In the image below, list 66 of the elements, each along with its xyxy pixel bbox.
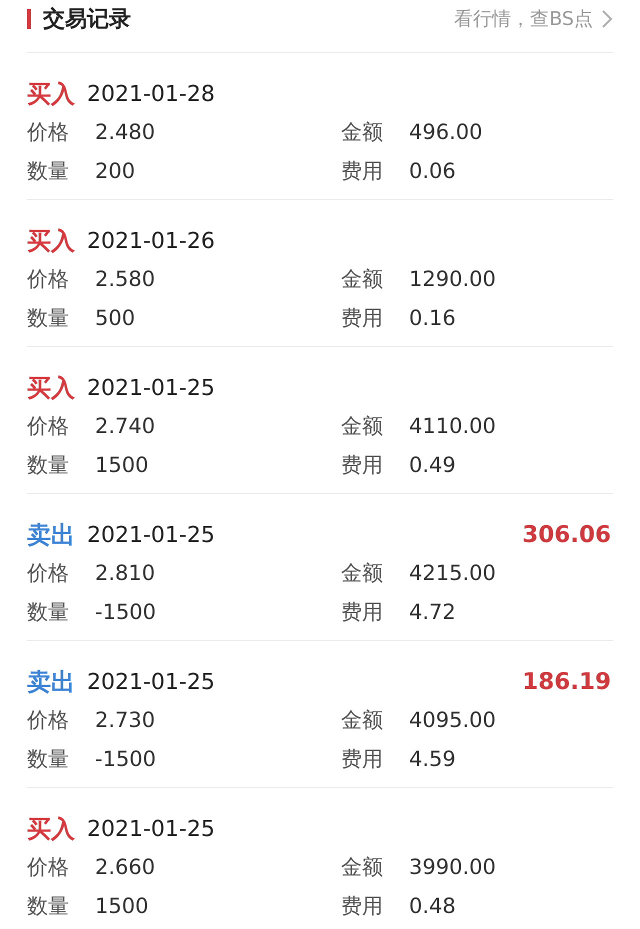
field-value: 0.06 xyxy=(409,158,456,185)
field-value: 1290.00 xyxy=(409,266,496,293)
field-value: 200 xyxy=(95,158,136,185)
profit-value: 186.19 xyxy=(522,668,611,697)
field-label: 数量 xyxy=(27,452,70,479)
field-value: 0.49 xyxy=(409,452,456,479)
field-label: 费用 xyxy=(341,598,384,626)
field-label: 费用 xyxy=(341,158,384,185)
field-value: -1500 xyxy=(95,746,156,773)
field-label: 金额 xyxy=(341,118,384,146)
field-value: 4.72 xyxy=(409,598,456,626)
field-label: 价格 xyxy=(27,266,70,293)
trade-date: 2021-01-25 xyxy=(87,816,215,844)
field-label: 价格 xyxy=(27,118,70,146)
field-value: 496.00 xyxy=(409,118,482,146)
chevron-right-icon xyxy=(601,9,613,29)
field-value: 4215.00 xyxy=(409,560,496,587)
field-label: 价格 xyxy=(27,560,70,587)
field-value: 2.580 xyxy=(95,266,156,293)
field-label: 金额 xyxy=(341,412,384,440)
field-value: 2.810 xyxy=(95,560,156,587)
market-link[interactable]: 看行情，查BS点 xyxy=(454,4,593,34)
field-label: 数量 xyxy=(27,746,70,773)
field-value: 4110.00 xyxy=(409,412,496,440)
field-label: 数量 xyxy=(27,158,70,185)
field-value: 1500 xyxy=(95,892,148,920)
trade-date: 2021-01-25 xyxy=(87,522,215,550)
trade-date: 2021-01-25 xyxy=(87,374,215,402)
trade-type: 买入 xyxy=(27,79,75,110)
field-value: 2.730 xyxy=(95,706,156,734)
field-label: 数量 xyxy=(27,892,70,920)
field-label: 金额 xyxy=(341,560,384,587)
field-value: 4.59 xyxy=(409,746,456,773)
field-value: 2.660 xyxy=(95,854,156,881)
field-value: 4095.00 xyxy=(409,706,496,734)
field-value: 2.740 xyxy=(95,412,156,440)
field-label: 费用 xyxy=(341,746,384,773)
trade-date: 2021-01-26 xyxy=(87,228,215,256)
trade-type: 买入 xyxy=(27,373,75,404)
field-value: 1500 xyxy=(95,452,148,479)
field-label: 费用 xyxy=(341,304,384,332)
field-label: 价格 xyxy=(27,854,70,881)
trade-type: 卖出 xyxy=(27,520,75,551)
field-label: 数量 xyxy=(27,598,70,626)
trade-date: 2021-01-28 xyxy=(87,80,215,108)
field-label: 数量 xyxy=(27,304,70,332)
field-label: 费用 xyxy=(341,892,384,920)
field-value: 0.16 xyxy=(409,304,456,332)
trade-type: 买入 xyxy=(27,814,75,845)
field-label: 金额 xyxy=(341,706,384,734)
field-value: 500 xyxy=(95,304,136,332)
field-value: -1500 xyxy=(95,598,156,626)
accent-bar xyxy=(27,9,31,29)
section-title: 交易记录 xyxy=(43,6,131,34)
trade-date: 2021-01-25 xyxy=(87,668,215,696)
profit-value: 306.06 xyxy=(522,520,611,550)
field-label: 费用 xyxy=(341,452,384,479)
field-value: 0.48 xyxy=(409,892,456,920)
field-label: 金额 xyxy=(341,854,384,881)
trade-type: 买入 xyxy=(27,226,75,257)
trade-type: 卖出 xyxy=(27,667,75,698)
field-value: 3990.00 xyxy=(409,854,496,881)
field-label: 价格 xyxy=(27,706,70,734)
field-label: 价格 xyxy=(27,412,70,440)
field-value: 2.480 xyxy=(95,118,156,146)
field-label: 金额 xyxy=(341,266,384,293)
